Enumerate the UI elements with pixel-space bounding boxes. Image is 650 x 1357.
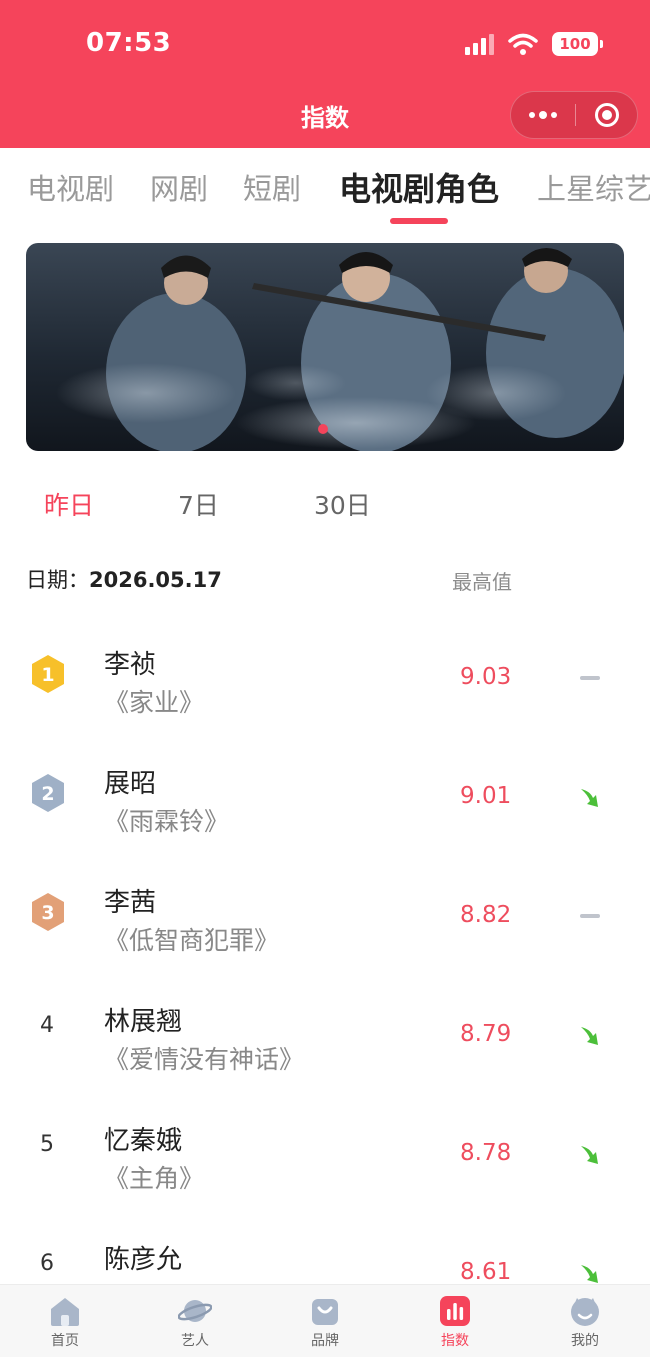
date-label: 日期： <box>26 568 89 592</box>
bottom-tab-label: 指数 <box>441 1333 469 1349</box>
tab-short-drama[interactable]: 短剧 <box>243 166 301 208</box>
top-bar: 07:53 100 指数 <box>0 0 650 148</box>
gold-medal-icon: 1 <box>32 655 64 693</box>
bottom-tab-label: 艺人 <box>181 1333 209 1349</box>
date-value: 2026.05.17 <box>89 568 222 592</box>
ranking-row[interactable]: 5 忆秦娥 《主角》 8.78 <box>0 1096 650 1215</box>
role-name: 李茜 <box>104 888 157 918</box>
bronze-medal-icon: 3 <box>32 893 64 931</box>
bottom-tab-label: 品牌 <box>311 1333 339 1349</box>
bar-chart-icon <box>440 1296 470 1326</box>
column-header-max: 最高值 <box>452 570 512 594</box>
close-program-button[interactable] <box>576 92 637 138</box>
drama-title: 《低智商犯罪》 <box>104 926 280 955</box>
trend-down-icon <box>581 789 598 807</box>
score-value: 8.79 <box>460 1021 512 1047</box>
home-icon <box>51 1298 79 1326</box>
banner-image[interactable] <box>26 243 624 451</box>
ranking-row[interactable]: 4 林展翘 《爱情没有神话》 8.79 <box>0 977 650 1096</box>
tab-tv-drama[interactable]: 电视剧 <box>27 166 114 208</box>
banner-pagination-dot[interactable] <box>318 424 328 434</box>
period-tab-30-days[interactable]: 30日 <box>314 486 371 522</box>
role-name: 林展翘 <box>104 1007 183 1037</box>
status-icons: 100 <box>465 28 603 60</box>
target-icon <box>594 103 619 127</box>
bottom-tab-artists[interactable]: 艺人 <box>130 1285 260 1357</box>
tab-tv-drama-role[interactable]: 电视剧角色 <box>339 164 499 210</box>
active-tab-indicator <box>390 218 448 224</box>
silver-medal-icon: 2 <box>32 774 64 812</box>
rank-number: 5 <box>40 1132 54 1157</box>
rank-number: 6 <box>40 1251 54 1276</box>
svg-text:3: 3 <box>41 902 54 924</box>
tab-web-drama[interactable]: 网剧 <box>150 166 208 208</box>
period-tab-7-days[interactable]: 7日 <box>178 486 219 522</box>
period-tab-yesterday[interactable]: 昨日 <box>44 486 94 522</box>
bottom-tab-brands[interactable]: 品牌 <box>260 1285 390 1357</box>
svg-text:2: 2 <box>41 783 54 805</box>
score-value: 8.61 <box>460 1259 512 1284</box>
drama-title: 《爱情没有神话》 <box>104 1045 305 1074</box>
battery-level: 100 <box>559 35 591 53</box>
bottom-tab-label: 我的 <box>571 1333 599 1349</box>
drama-title: 《家业》 <box>104 688 205 717</box>
role-name: 陈彦允 <box>104 1245 183 1275</box>
score-value: 9.01 <box>460 783 512 809</box>
role-name: 李祯 <box>104 650 157 680</box>
ranking-list: 1 李祯 《家业》 9.03 2 展昭 《雨霖铃》 9.01 3 李茜 《低智商… <box>0 620 650 1284</box>
drama-title: 《雨霖铃》 <box>104 807 230 836</box>
tab-satellite-variety[interactable]: 上星综艺 <box>537 166 650 208</box>
profile-icon <box>571 1298 599 1326</box>
drama-title: 《主角》 <box>104 1164 205 1193</box>
score-value: 8.82 <box>460 902 512 928</box>
battery-icon: 100 <box>552 32 603 56</box>
score-value: 9.03 <box>460 664 512 690</box>
ranking-row[interactable]: 1 李祯 《家业》 9.03 <box>0 620 650 739</box>
ranking-row[interactable]: 2 展昭 《雨霖铃》 9.01 <box>0 739 650 858</box>
ranking-row[interactable]: 3 李茜 《低智商犯罪》 8.82 <box>0 858 650 977</box>
bottom-tab-me[interactable]: 我的 <box>520 1285 650 1357</box>
score-value: 8.78 <box>460 1140 512 1166</box>
bottom-tab-label: 首页 <box>51 1333 79 1349</box>
dot-icon <box>551 112 557 118</box>
role-name: 展昭 <box>104 769 157 799</box>
trend-flat-icon <box>578 664 604 690</box>
status-time: 07:53 <box>86 28 172 58</box>
mini-program-capsule <box>510 91 638 139</box>
rank-number: 4 <box>40 1013 54 1038</box>
cellular-signal-icon <box>465 33 494 55</box>
planet-icon <box>178 1300 212 1322</box>
bottom-tab-bar: 首页 艺人 品牌 指数 我的 <box>0 1284 650 1357</box>
svg-text:1: 1 <box>41 664 54 686</box>
trend-down-icon <box>581 1265 598 1283</box>
bottom-tab-index[interactable]: 指数 <box>390 1285 520 1357</box>
category-tabs: 电视剧 网剧 短剧 电视剧角色 上星综艺 <box>0 150 650 230</box>
wifi-icon <box>508 33 538 55</box>
trend-down-icon <box>581 1027 598 1045</box>
trend-flat-icon <box>578 902 604 928</box>
bottom-tab-home[interactable]: 首页 <box>0 1285 130 1357</box>
more-menu-button[interactable] <box>511 92 575 138</box>
banner-artwork <box>26 243 624 451</box>
trend-down-icon <box>581 1146 598 1164</box>
dot-icon <box>539 111 547 119</box>
dot-icon <box>529 112 535 118</box>
role-name: 忆秦娥 <box>104 1126 183 1156</box>
ranking-row[interactable]: 6 陈彦允 8.61 <box>0 1215 650 1284</box>
date-row: 日期：2026.05.17 <box>26 564 222 594</box>
bag-icon <box>312 1299 338 1325</box>
